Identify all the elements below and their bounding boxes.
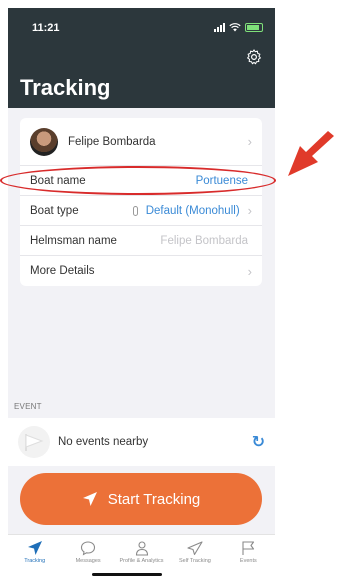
more-details-label: More Details (30, 265, 95, 277)
tab-label: Messages (75, 558, 101, 564)
profile-row[interactable]: Felipe Bombarda › (20, 118, 262, 166)
tab-label: Events (239, 558, 257, 564)
highlight-ellipse (0, 166, 276, 195)
phone-screen: 11:21 Tracking Felipe Bombarda › Boat na… (8, 8, 275, 574)
tab-label: Self Tracking (179, 558, 211, 564)
boat-type-row[interactable]: Boat type Default (Monohull) › (20, 196, 262, 226)
tab-messages[interactable]: Messages (61, 535, 114, 574)
helmsman-name-value: Felipe Bombarda (160, 234, 248, 247)
battery-icon (245, 23, 263, 32)
navigation-arrow-icon (82, 492, 97, 506)
page-title: Tracking (20, 75, 111, 100)
event-flag-badge (18, 426, 50, 458)
status-icons (214, 22, 263, 33)
tab-label: Tracking (24, 558, 46, 564)
app-header: 11:21 Tracking (8, 8, 275, 108)
boat-type-label: Boat type (30, 204, 79, 217)
status-time: 11:21 (32, 22, 60, 34)
chat-bubble-icon (81, 541, 96, 556)
start-tracking-label: Start Tracking (107, 490, 201, 508)
gear-icon[interactable] (245, 48, 263, 66)
helmsman-name-label: Helmsman name (30, 234, 117, 247)
no-events-text: No events nearby (58, 436, 149, 448)
signal-icon (214, 23, 225, 32)
boat-type-value: Default (Monohull) (145, 204, 240, 217)
boat-hull-icon (132, 205, 138, 216)
helmsman-name-row[interactable]: Helmsman name Felipe Bombarda (20, 226, 262, 256)
tab-tracking[interactable]: Tracking (8, 535, 61, 574)
event-row[interactable]: No events nearby ↻ (8, 418, 275, 466)
tab-self-tracking[interactable]: Self Tracking (168, 535, 221, 574)
start-tracking-button[interactable]: Start Tracking (20, 473, 262, 525)
avatar (30, 127, 58, 156)
tab-events[interactable]: Events (222, 535, 275, 574)
profile-name: Felipe Bombarda (68, 135, 156, 148)
flag-icon (25, 434, 44, 451)
more-details-row[interactable]: More Details › (20, 256, 262, 286)
wifi-icon (229, 23, 241, 32)
chevron-right-icon: › (247, 263, 252, 279)
tab-bar: Tracking Messages Profile & Analytics Se… (8, 534, 275, 574)
chevron-right-icon: › (247, 203, 252, 218)
send-icon (187, 541, 203, 556)
tab-profile-analytics[interactable]: Profile & Analytics (115, 535, 168, 574)
chevron-right-icon: › (247, 134, 252, 149)
flag-icon (242, 541, 255, 555)
refresh-icon[interactable]: ↻ (252, 432, 265, 452)
navigation-arrow-icon (27, 541, 42, 555)
event-section-label: EVENT (14, 402, 42, 411)
user-icon (135, 541, 148, 556)
boat-details-card: Felipe Bombarda › Boat name Portuense Bo… (20, 118, 262, 286)
annotation-arrow-icon (288, 131, 334, 176)
tab-label: Profile & Analytics (119, 558, 164, 564)
